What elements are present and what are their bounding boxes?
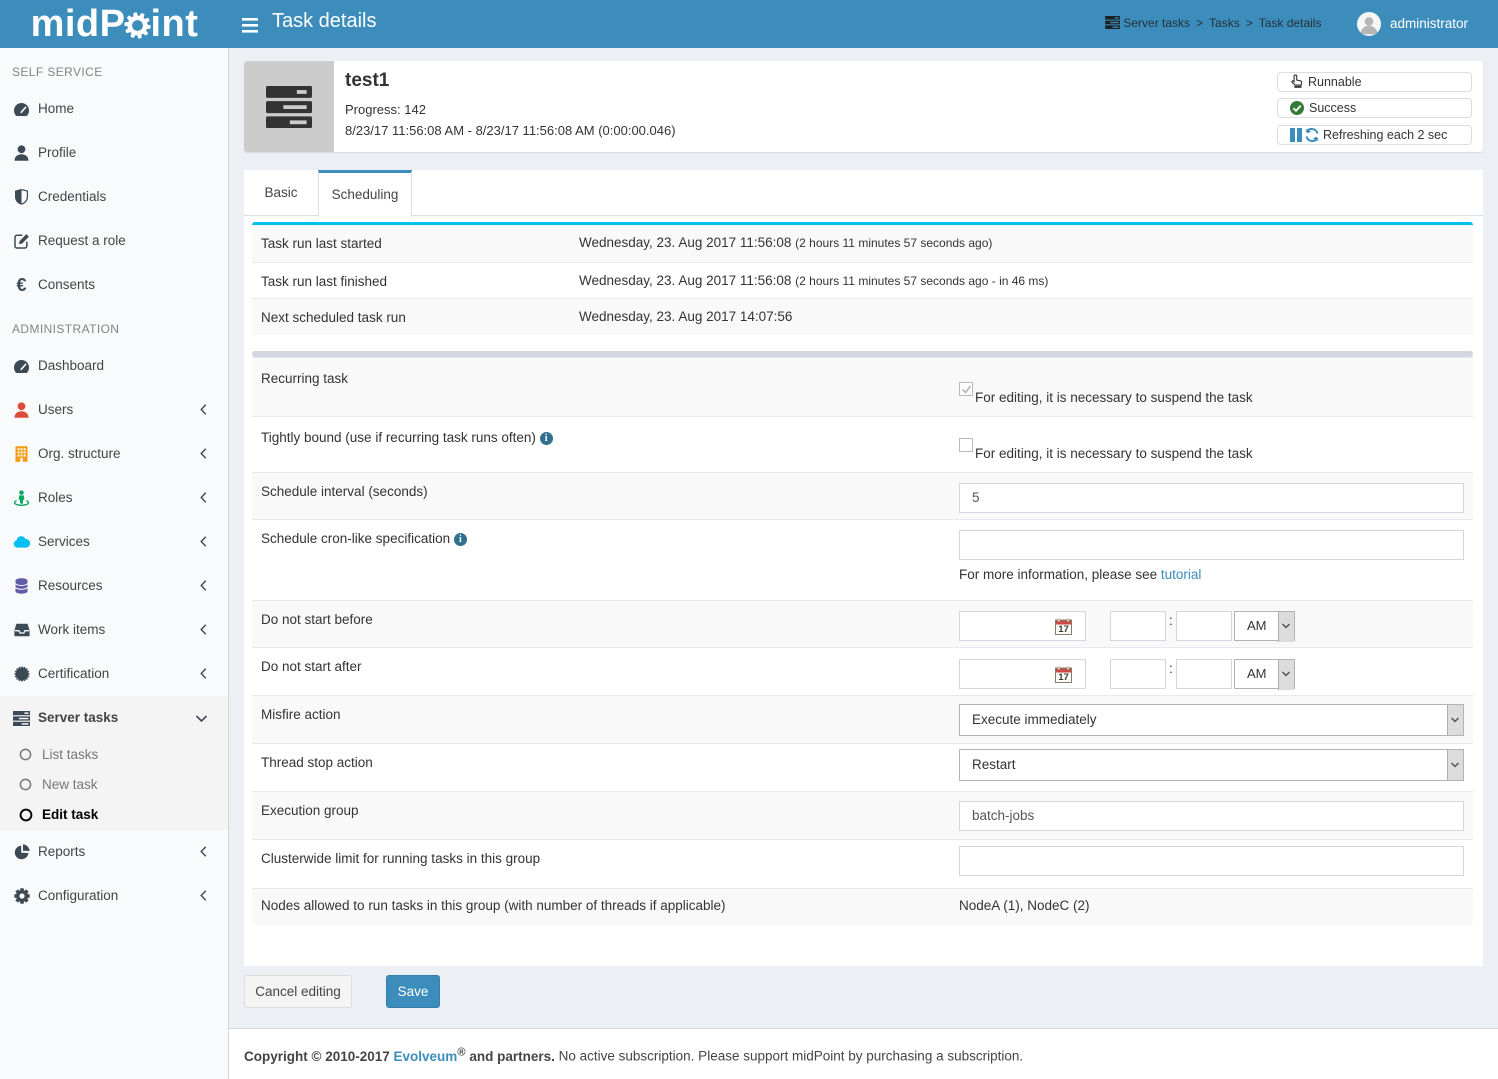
svg-text:17: 17 [1058,672,1069,683]
svg-text:17: 17 [1058,624,1069,635]
